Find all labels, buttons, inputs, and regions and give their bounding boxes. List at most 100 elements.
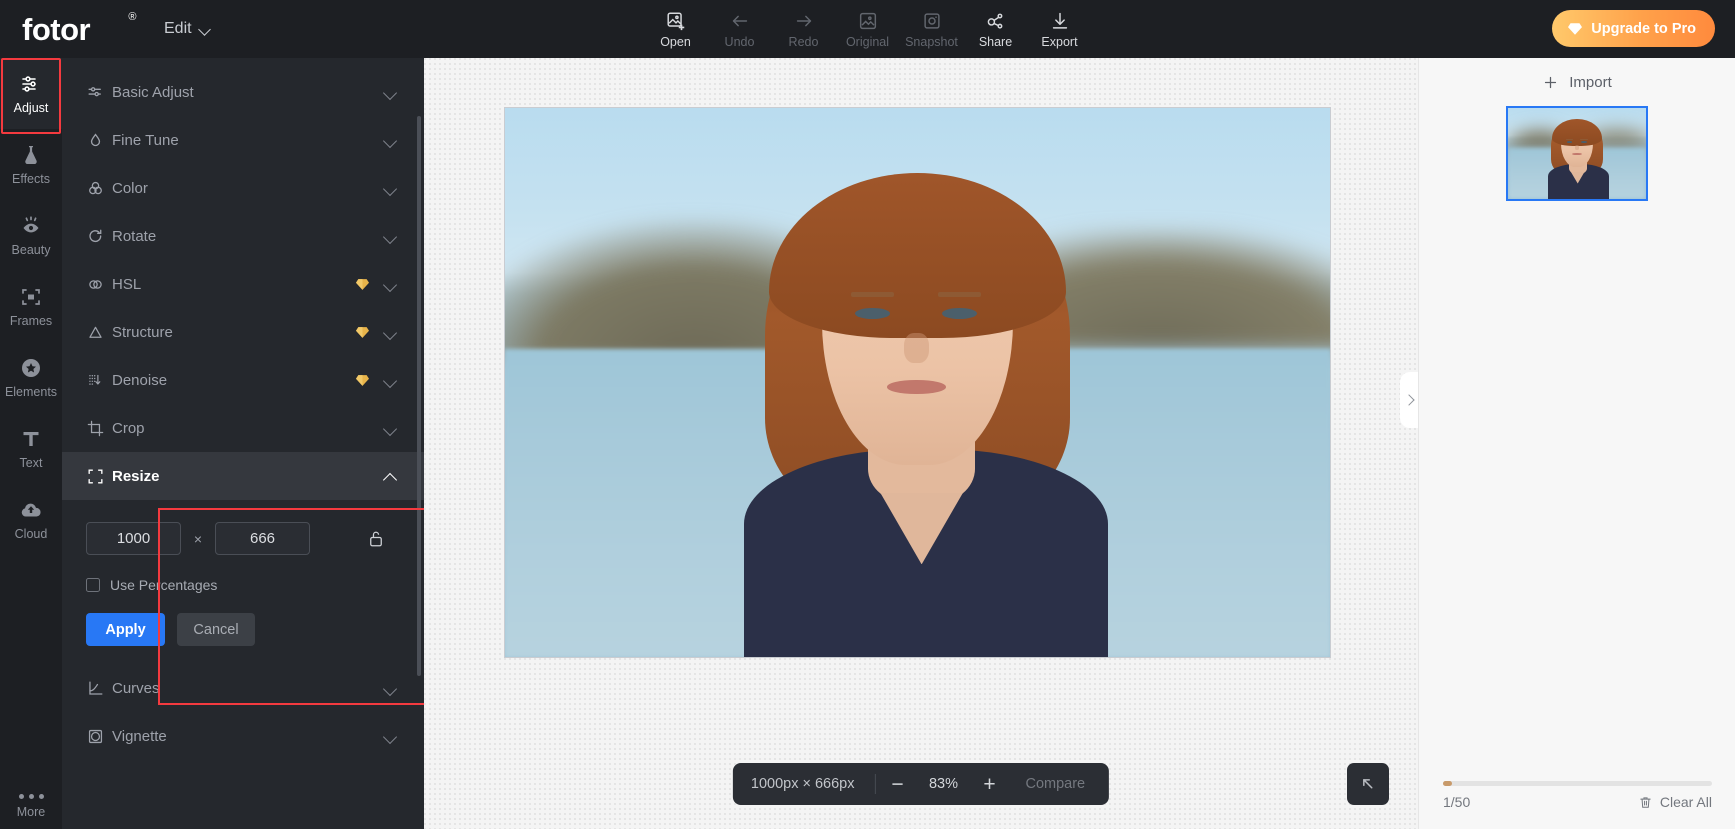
rotate-cw-icon: [86, 227, 112, 246]
top-toolbar: fotor® Edit Open Undo: [0, 0, 1735, 58]
section-resize[interactable]: Resize: [62, 452, 424, 500]
section-rotate[interactable]: Rotate: [62, 212, 424, 260]
section-hsl[interactable]: HSL: [62, 260, 424, 308]
sidebar-item-more-label: More: [17, 805, 45, 819]
import-button[interactable]: Import: [1419, 58, 1735, 106]
redo-button[interactable]: Redo: [772, 0, 836, 58]
sidebar-item-cloud[interactable]: Cloud: [0, 484, 62, 555]
aspect-ratio-lock-button[interactable]: [364, 526, 388, 552]
export-label: Export: [1041, 35, 1077, 49]
pro-diamond-icon: [355, 326, 370, 339]
share-button[interactable]: Share: [964, 0, 1028, 58]
edit-menu-button[interactable]: Edit: [164, 20, 211, 38]
download-icon: [1049, 10, 1071, 32]
sidebar-item-cloud-label: Cloud: [15, 527, 48, 541]
resize-actions: Apply Cancel: [86, 613, 400, 646]
compare-button[interactable]: Compare: [1011, 776, 1091, 792]
canvas-image[interactable]: [504, 107, 1331, 658]
sidebar-item-text-label: Text: [20, 456, 43, 470]
pro-diamond-icon: [355, 374, 370, 387]
chevron-down-icon: [384, 422, 397, 435]
cancel-button[interactable]: Cancel: [177, 613, 255, 646]
image-size-label: 1000px × 666px: [751, 776, 875, 792]
original-image-icon: [857, 10, 879, 32]
export-button[interactable]: Export: [1028, 0, 1092, 58]
image-count-label: 1/50: [1443, 794, 1470, 810]
zoom-toolbar: 1000px × 666px − 83% + Compare: [733, 763, 1109, 805]
upgrade-label: Upgrade to Pro: [1591, 21, 1696, 37]
frame-icon: [19, 285, 43, 309]
section-fine-tune[interactable]: Fine Tune: [62, 116, 424, 164]
section-label: Basic Adjust: [112, 84, 384, 101]
zoom-level-label: 83%: [919, 776, 967, 792]
sidebar-item-beauty[interactable]: Beauty: [0, 200, 62, 271]
section-label: Resize: [112, 468, 384, 485]
sidebar-item-elements[interactable]: Elements: [0, 342, 62, 413]
portrait-thumbnail[interactable]: [1506, 106, 1648, 201]
camera-icon: [921, 10, 943, 32]
droplet-icon: [86, 131, 112, 150]
diamond-icon: [1567, 22, 1583, 36]
original-label: Original: [846, 35, 889, 49]
chevron-down-icon: [384, 278, 397, 291]
resize-controls: × Use Percentages Apply Cancel: [62, 500, 424, 664]
right-panel-collapse-button[interactable]: [1400, 372, 1418, 428]
section-label: Denoise: [112, 372, 355, 389]
sidebar-item-effects[interactable]: Effects: [0, 129, 62, 200]
text-t-icon: [19, 427, 43, 451]
dimension-separator: ×: [181, 531, 215, 547]
section-denoise[interactable]: Denoise: [62, 356, 424, 404]
right-panel: Import 1/50 Clear All: [1418, 58, 1735, 829]
sidebar-item-adjust[interactable]: Adjust: [0, 58, 62, 129]
resize-width-input[interactable]: [86, 522, 181, 555]
section-curves[interactable]: Curves: [62, 664, 424, 712]
undo-arrow-icon: [729, 10, 751, 32]
section-color[interactable]: Color: [62, 164, 424, 212]
undo-button[interactable]: Undo: [708, 0, 772, 58]
redo-arrow-icon: [793, 10, 815, 32]
sidebar-item-frames-label: Frames: [10, 314, 52, 328]
trash-icon: [1638, 795, 1653, 810]
crop-icon: [86, 419, 112, 438]
sidebar-item-frames[interactable]: Frames: [0, 271, 62, 342]
chevron-down-icon: [384, 230, 397, 243]
clear-all-button[interactable]: Clear All: [1638, 794, 1712, 810]
panel-scrollbar[interactable]: [417, 116, 421, 676]
fotor-editor-window: fotor® Edit Open Undo: [0, 0, 1735, 829]
upgrade-to-pro-button[interactable]: Upgrade to Pro: [1552, 10, 1715, 47]
fit-arrow-icon: [1358, 774, 1378, 794]
open-button[interactable]: Open: [644, 0, 708, 58]
thumbnail-scrollbar[interactable]: [1443, 781, 1712, 786]
section-crop[interactable]: Crop: [62, 404, 424, 452]
sliders-icon: [19, 72, 43, 96]
section-basic-adjust[interactable]: Basic Adjust: [62, 68, 424, 116]
zoom-out-button[interactable]: −: [875, 763, 919, 805]
section-structure[interactable]: Structure: [62, 308, 424, 356]
original-button[interactable]: Original: [836, 0, 900, 58]
section-label: Rotate: [112, 228, 384, 245]
sidebar-item-text[interactable]: Text: [0, 413, 62, 484]
chevron-down-icon: [200, 24, 211, 35]
section-vignette[interactable]: Vignette: [62, 712, 424, 760]
sidebar-item-adjust-label: Adjust: [14, 101, 49, 115]
adjust-panel-scroll: Basic Adjust Fine Tune Color: [62, 58, 424, 829]
section-label: Curves: [112, 680, 384, 697]
open-image-icon: [665, 10, 687, 32]
curves-icon: [86, 679, 112, 698]
triangle-icon: [86, 323, 112, 342]
chevron-down-icon: [384, 182, 397, 195]
logo-text: fotor: [22, 12, 90, 47]
sidebar-item-more[interactable]: More: [0, 794, 62, 819]
chevron-down-icon: [384, 86, 397, 99]
resize-height-input[interactable]: [215, 522, 310, 555]
pro-diamond-icon: [355, 278, 370, 291]
section-label: Structure: [112, 324, 355, 341]
zoom-in-button[interactable]: +: [967, 763, 1011, 805]
fit-to-screen-button[interactable]: [1347, 763, 1389, 805]
use-percentages-checkbox[interactable]: Use Percentages: [86, 577, 400, 593]
apply-button[interactable]: Apply: [86, 613, 165, 646]
snapshot-button[interactable]: Snapshot: [900, 0, 964, 58]
chevron-right-icon: [1403, 394, 1414, 405]
denoise-dots: [86, 371, 105, 390]
right-panel-footer: 1/50 Clear All: [1419, 775, 1735, 829]
